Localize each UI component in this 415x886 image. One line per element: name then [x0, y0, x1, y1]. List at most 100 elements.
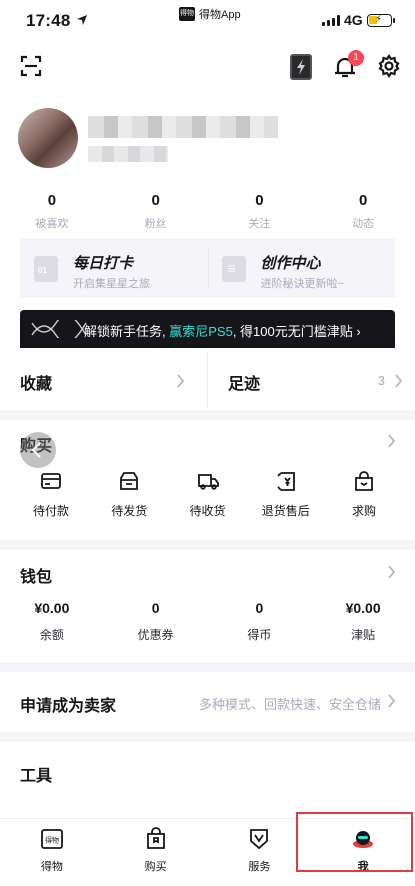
wallet-value: 0 [151, 600, 160, 616]
chevron-right-icon [177, 374, 185, 388]
wallet-row: ¥0.00 余额 0 优惠券 0 得币 ¥0.00 津贴 [0, 600, 415, 643]
buy-item-label: 待付款 [32, 504, 69, 518]
chevron-right-icon[interactable] [387, 694, 396, 708]
pending-shipment[interactable]: 待发货 [98, 470, 160, 519]
tab-home[interactable]: 得物 得物 [0, 819, 104, 886]
stat-following[interactable]: 0 关注 [208, 192, 312, 231]
stat-label: 被喜欢 [35, 218, 69, 230]
creator-title: 创作中心 [260, 255, 321, 272]
wallet-value: ¥0.00 [345, 600, 381, 616]
buy-item-label: 待发货 [111, 504, 148, 518]
status-bar: 17:48 得物 得物App 4G ⚡ [0, 0, 415, 40]
tools-title: 工具 [20, 768, 53, 785]
shopping-bag-icon [146, 827, 165, 849]
chevron-right-icon[interactable] [387, 565, 396, 579]
divider [0, 662, 415, 672]
floating-back-button[interactable] [20, 432, 56, 468]
home-logo-icon: 得物 [40, 829, 63, 849]
dna-logo-icon [31, 320, 87, 338]
wallet-allowance[interactable]: ¥0.00 津贴 [311, 600, 415, 643]
pending-receipt[interactable]: 待收货 [177, 470, 239, 519]
checkin-title: 每日打卡 [73, 255, 134, 272]
buy-item-label: 求购 [351, 504, 376, 518]
stat-label: 粉丝 [144, 218, 167, 230]
purchase-status-row: 待付款 待发货 待收货 退货售后 求购 [20, 470, 395, 519]
service-shield-icon [250, 829, 269, 850]
creator-subtitle: 进阶秘诀更新啦~ [260, 278, 344, 290]
stat-label: 关注 [248, 218, 271, 230]
chevron-right-icon [395, 374, 403, 388]
feature-cards: 每日打卡 开启集星星之旅 创作中心 进阶秘诀更新啦~ [20, 238, 395, 298]
stat-value: 0 [151, 192, 160, 209]
wallet-title[interactable]: 钱包 [20, 563, 52, 587]
tab-label: 得物 [40, 861, 63, 873]
stat-value: 0 [47, 192, 57, 209]
stat-label: 动态 [352, 218, 375, 230]
box-icon [120, 472, 139, 490]
user-id-blurred [88, 146, 168, 162]
wallet-label: 余额 [39, 628, 64, 642]
truck-icon [197, 474, 219, 490]
avatar[interactable] [18, 108, 78, 168]
newbie-task-banner[interactable]: 解锁新手任务, 赢索尼PS5, 得100元无门槛津贴 › [20, 310, 395, 348]
scan-icon[interactable] [20, 55, 42, 77]
wallet-value: ¥0.00 [34, 600, 70, 616]
bag-icon [355, 471, 373, 491]
app-badge: 得物 [179, 7, 195, 21]
checkin-card[interactable]: 每日打卡 开启集星星之旅 [20, 238, 208, 298]
stat-value: 0 [358, 192, 368, 209]
footprint-entry[interactable]: 足迹 3 [207, 352, 415, 408]
calendar-icon [34, 256, 58, 282]
footprint-label: 足迹 [228, 376, 261, 393]
wallet-value: 0 [255, 600, 264, 616]
svg-text:得物: 得物 [45, 836, 59, 845]
signal-icon [322, 15, 340, 26]
chevron-left-icon [31, 442, 41, 458]
banner-text-start: 解锁新手任务, [84, 324, 170, 339]
want-to-buy[interactable]: 求购 [333, 470, 395, 519]
wallet-label: 优惠券 [137, 628, 174, 642]
flash-icon[interactable] [290, 54, 312, 80]
creator-card[interactable]: 创作中心 进阶秘诀更新啦~ [207, 238, 396, 298]
app-indicator: 得物 得物App [179, 6, 241, 22]
stat-liked[interactable]: 0 被喜欢 [0, 192, 104, 231]
wallet-label: 津贴 [351, 628, 376, 642]
chevron-right-icon[interactable] [387, 434, 396, 448]
document-icon [221, 256, 246, 282]
wallet-coins[interactable]: 0 得币 [208, 600, 312, 643]
gear-icon[interactable] [377, 54, 401, 78]
collect-label: 收藏 [20, 376, 53, 393]
notification-badge: 1 [348, 50, 364, 66]
stat-posts[interactable]: 0 动态 [311, 192, 415, 231]
collect-footprint-row: 收藏 足迹 3 [0, 352, 415, 408]
divider [0, 732, 415, 742]
network-type: 4G [344, 12, 363, 28]
stat-value: 0 [255, 192, 264, 209]
seller-subtitle: 多种模式、回款快速、安全仓储 [198, 697, 381, 712]
location-arrow-icon [77, 15, 87, 25]
collect-entry[interactable]: 收藏 [0, 352, 207, 408]
buy-item-label: 待收货 [189, 504, 226, 518]
seller-title[interactable]: 申请成为卖家 [20, 692, 116, 716]
highlight-box [296, 812, 413, 872]
refund-icon [277, 472, 295, 491]
checkin-subtitle: 开启集星星之旅 [73, 278, 150, 290]
tab-buy[interactable]: 购买 [104, 819, 208, 886]
nickname-blurred [88, 116, 278, 138]
battery-icon: ⚡ [367, 14, 395, 27]
wallet-label: 得币 [247, 628, 272, 642]
wallet-coupons[interactable]: 0 优惠券 [104, 600, 208, 643]
banner-text-highlight: 赢索尼PS5 [169, 324, 233, 339]
profile-stats: 0 被喜欢 0 粉丝 0 关注 0 动态 [0, 192, 415, 231]
tab-label: 购买 [144, 861, 167, 873]
top-toolbar: 1 [0, 48, 415, 88]
card-icon [41, 473, 61, 489]
divider [0, 540, 415, 550]
banner-text: 解锁新手任务, 赢索尼PS5, 得100元无门槛津贴 › [84, 321, 361, 340]
buy-item-label: 退货售后 [261, 504, 310, 518]
returns-aftersale[interactable]: 退货售后 [255, 470, 317, 519]
pending-payment[interactable]: 待付款 [20, 470, 82, 519]
banner-text-end: , 得100元无门槛津贴 › [232, 324, 361, 339]
wallet-balance[interactable]: ¥0.00 余额 [0, 600, 104, 643]
stat-fans[interactable]: 0 粉丝 [104, 192, 208, 231]
